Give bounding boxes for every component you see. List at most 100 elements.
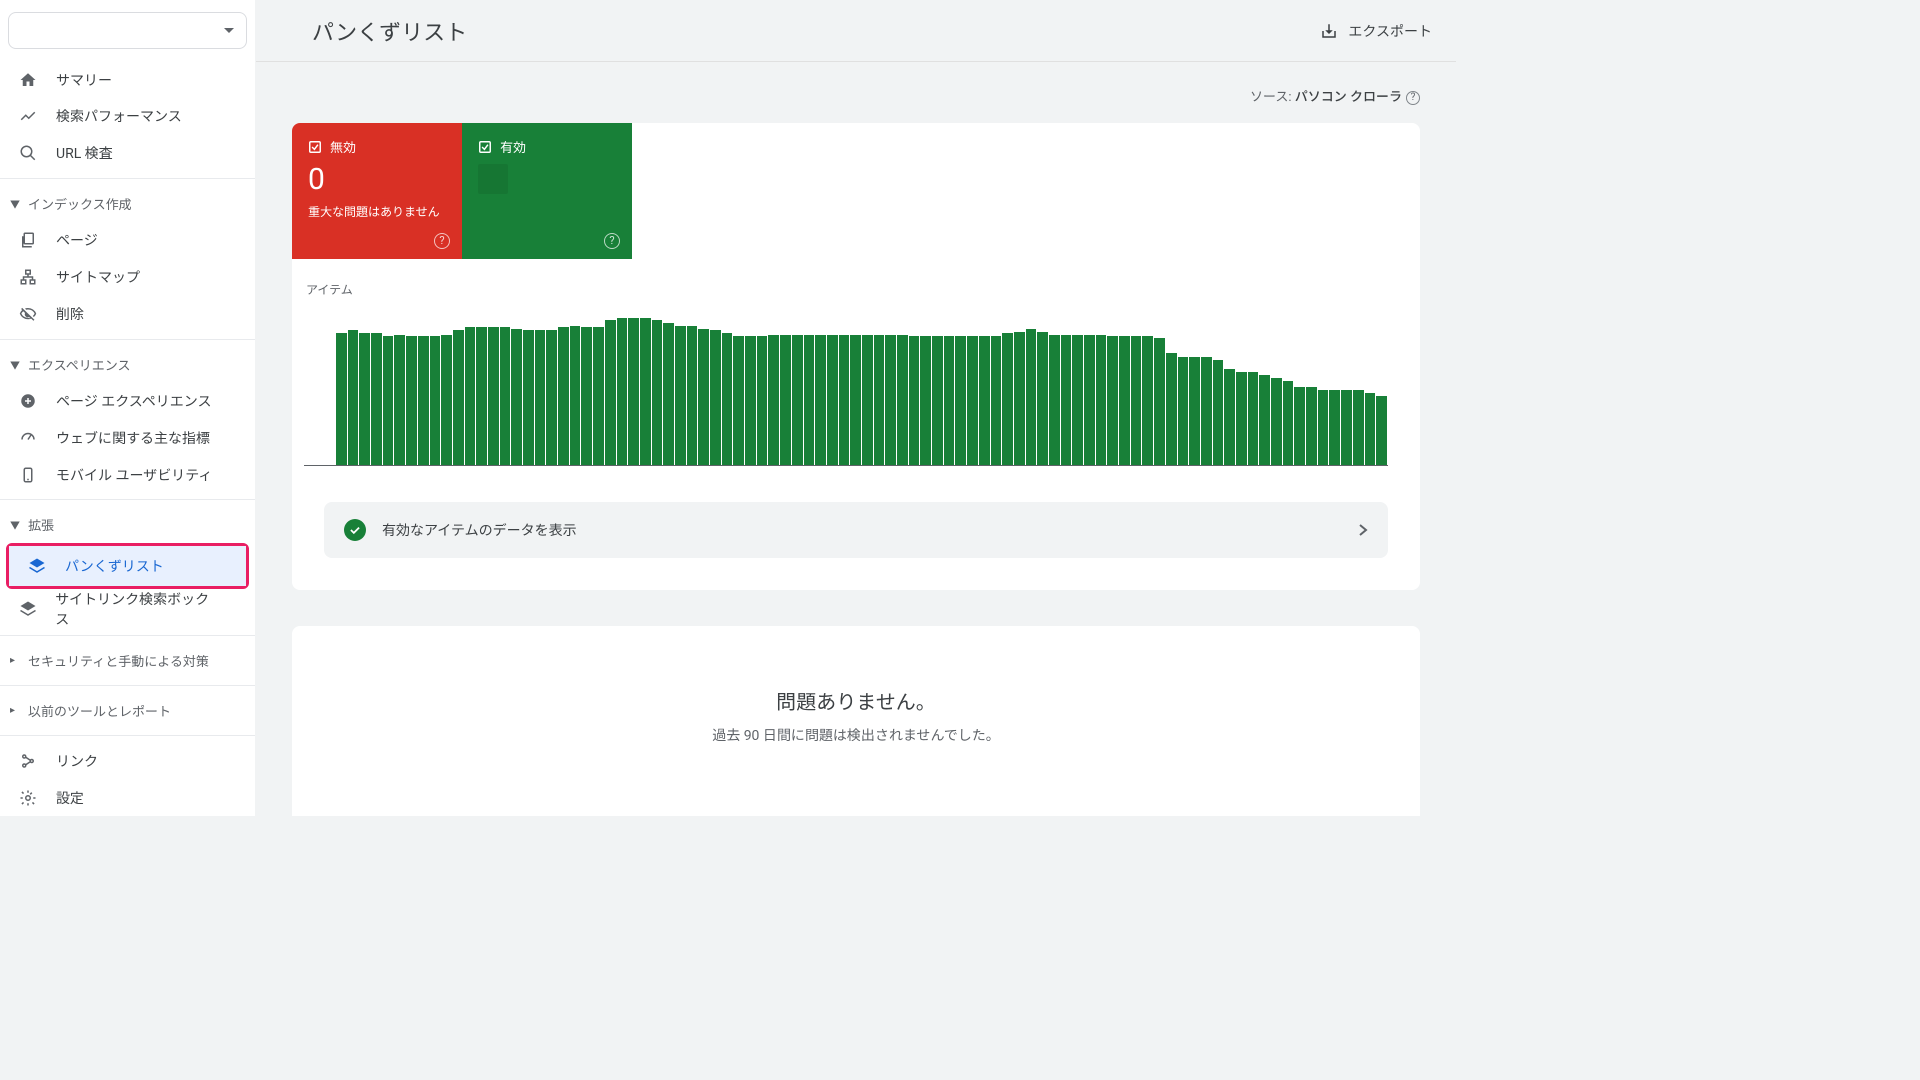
gear-icon — [18, 788, 38, 808]
chart-bar — [418, 336, 429, 465]
chart-bar — [698, 329, 709, 466]
help-icon[interactable]: ? — [604, 233, 620, 249]
nav-breadcrumb[interactable]: パンくずリスト — [9, 546, 246, 586]
main: パンくずリスト エクスポート ソース: パソコン クローラ? 無効 0 重大な問… — [256, 0, 1456, 816]
nav-label: ページ エクスペリエンス — [56, 391, 212, 411]
chart-bar — [406, 336, 417, 465]
chart-bar — [850, 335, 861, 466]
chart-bar — [593, 327, 604, 465]
no-issues-sub: 過去 90 日間に問題は検出されませんでした。 — [324, 725, 1388, 745]
nav-label: 設定 — [56, 788, 84, 808]
chevron-down-icon — [224, 28, 234, 34]
chart-bar — [991, 336, 1002, 465]
chart-bar — [932, 336, 943, 465]
nav-label: ページ — [56, 230, 98, 250]
nav-performance[interactable]: 検索パフォーマンス — [0, 98, 232, 135]
chart-bar — [511, 329, 522, 466]
chart-bar — [652, 320, 663, 466]
nav-label: 削除 — [56, 304, 84, 324]
chart-bar — [733, 336, 744, 465]
chart-bar — [1002, 333, 1013, 465]
chart-bar — [1365, 393, 1376, 465]
chart-bar — [1201, 357, 1212, 465]
chart-bar — [371, 333, 382, 465]
chart-bar — [967, 336, 978, 465]
chart-bar — [1107, 336, 1118, 465]
nav-label: URL 検査 — [56, 143, 113, 163]
nav-pages[interactable]: ページ — [0, 222, 232, 259]
nav-label: 検索パフォーマンス — [56, 106, 182, 126]
nav-mobile-usability[interactable]: モバイル ユーザビリティ — [0, 456, 232, 493]
chart-bar — [1294, 387, 1305, 465]
chart-bar — [1353, 390, 1364, 465]
chart-bar — [1248, 372, 1259, 465]
chart-container: アイテム — [292, 259, 1420, 466]
chart-bar — [1236, 372, 1247, 465]
chart-bar — [336, 333, 347, 465]
nav-summary[interactable]: サマリー — [0, 61, 232, 98]
help-icon[interactable]: ? — [1406, 91, 1420, 105]
nav-label: ウェブに関する主な指標 — [56, 428, 210, 448]
nav-sitemap[interactable]: サイトマップ — [0, 259, 232, 296]
nav-settings[interactable]: 設定 — [0, 779, 232, 816]
show-valid-data-button[interactable]: 有効なアイテムのデータを表示 — [324, 502, 1388, 558]
nav-removal[interactable]: 削除 — [0, 296, 232, 333]
nav-page-experience[interactable]: ページ エクスペリエンス — [0, 383, 232, 420]
caret-down-icon: ▼ — [10, 196, 22, 211]
chart-bar — [453, 330, 464, 465]
section-enhancements[interactable]: ▼拡張 — [0, 506, 255, 543]
chart-bar — [1096, 335, 1107, 466]
nav-sitelink-search[interactable]: サイトリンク検索ボックス — [0, 589, 232, 629]
invalid-count: 0 — [308, 162, 446, 197]
page-title: パンくずリスト — [312, 15, 467, 47]
chart-bar — [874, 335, 885, 466]
chart-bar — [1329, 390, 1340, 465]
layers-icon — [27, 556, 47, 576]
chart-bar — [1119, 336, 1130, 465]
tab-valid[interactable]: 有効 ? — [462, 123, 632, 259]
checkbox-icon — [478, 140, 492, 154]
nav-label: パンくずリスト — [65, 556, 164, 576]
chart-bar — [1283, 381, 1294, 465]
tab-invalid[interactable]: 無効 0 重大な問題はありません ? — [292, 123, 462, 259]
chart-bar — [605, 320, 616, 466]
section-indexing[interactable]: ▼インデックス作成 — [0, 185, 255, 222]
chart-bar — [1049, 335, 1060, 466]
export-label: エクスポート — [1348, 21, 1432, 41]
chart-bar — [1318, 390, 1329, 465]
nav-label: サイトマップ — [56, 267, 140, 287]
chart-bar — [465, 327, 476, 465]
chart-bar — [523, 330, 534, 465]
show-valid-label: 有効なアイテムのデータを表示 — [382, 520, 577, 540]
nav-links[interactable]: リンク — [0, 742, 232, 779]
help-icon[interactable]: ? — [434, 233, 450, 249]
chart-bar — [1259, 375, 1270, 465]
home-icon — [18, 70, 38, 90]
chart-bar — [500, 327, 511, 465]
nav-label: リンク — [56, 751, 98, 771]
chart-bar — [675, 326, 686, 466]
chart-bar — [909, 336, 920, 465]
chart-bar — [476, 327, 487, 465]
topbar: パンくずリスト エクスポート — [256, 0, 1456, 62]
nav-url-inspect[interactable]: URL 検査 — [0, 135, 232, 172]
nav-core-web-vitals[interactable]: ウェブに関する主な指標 — [0, 420, 232, 457]
section-old-tools[interactable]: ▸以前のツールとレポート — [0, 692, 255, 729]
chart-bar — [628, 318, 639, 465]
nav-label: モバイル ユーザビリティ — [56, 465, 212, 485]
export-button[interactable]: エクスポート — [1320, 21, 1432, 41]
section-security[interactable]: ▸セキュリティと手動による対策 — [0, 642, 255, 679]
chart-bar — [1072, 335, 1083, 466]
chart-bar — [1131, 336, 1142, 465]
nav-label: サイトリンク検索ボックス — [55, 589, 216, 629]
redacted-count — [478, 164, 508, 194]
section-experience[interactable]: ▼エクスペリエンス — [0, 346, 255, 383]
caret-down-icon: ▼ — [10, 357, 22, 372]
layers-icon — [18, 599, 37, 619]
checkbox-icon — [308, 140, 322, 154]
property-selector[interactable] — [8, 12, 247, 49]
active-highlight: パンくずリスト — [6, 543, 249, 589]
chart-bar — [862, 335, 873, 466]
source-info: ソース: パソコン クローラ? — [292, 86, 1420, 105]
chart-bar — [359, 333, 370, 465]
